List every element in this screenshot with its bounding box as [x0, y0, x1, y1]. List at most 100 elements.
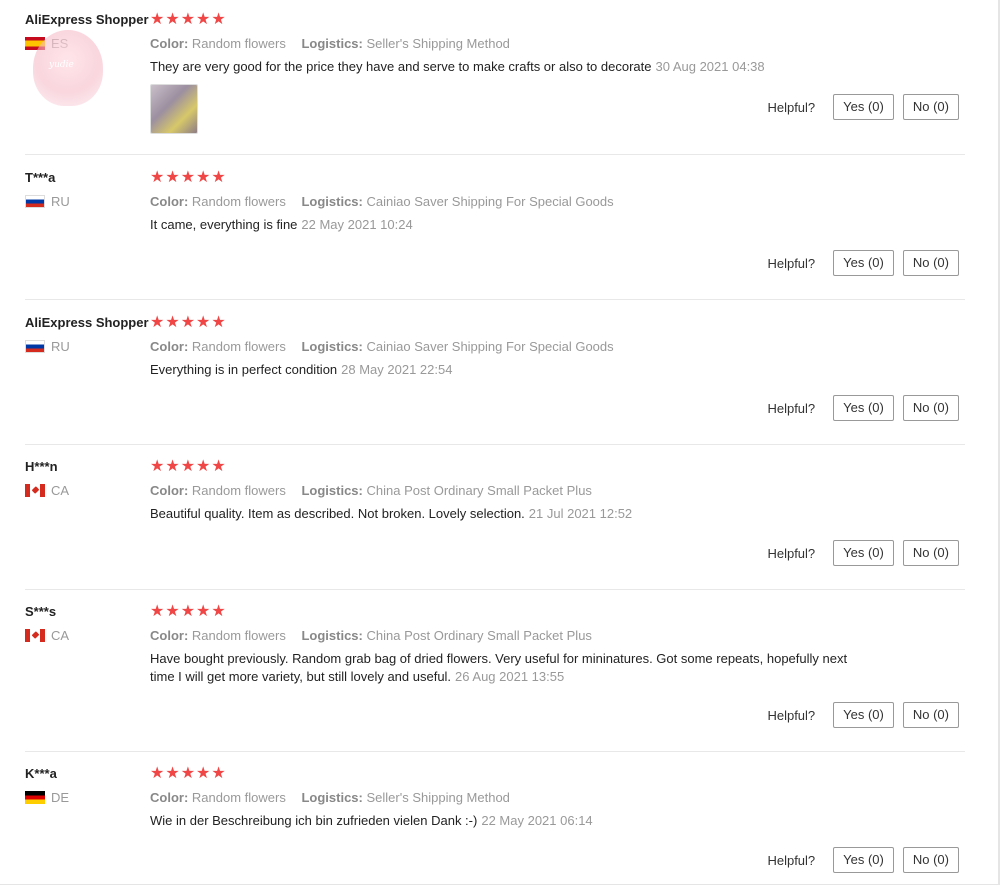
helpful-no-button[interactable]: No (0) [902, 250, 959, 276]
helpful-vote: Helpful? Yes (0) No (0) [767, 702, 959, 728]
helpful-no-button[interactable]: No (0) [902, 847, 959, 873]
helpful-yes-button[interactable]: Yes (0) [833, 847, 894, 873]
helpful-vote: Helpful? Yes (0) No (0) [767, 847, 959, 873]
helpful-yes-button[interactable]: Yes (0) [833, 395, 894, 421]
star-rating: ★★★★★ [150, 169, 227, 186]
country-code: RU [51, 194, 70, 209]
color-key: Color: [150, 628, 189, 643]
color-value: Random flowers [191, 339, 286, 354]
color-key: Color: [150, 36, 189, 51]
review-meta: Color: Random flowers Logistics: Seller'… [150, 36, 870, 51]
helpful-vote: Helpful? Yes (0) No (0) [767, 94, 959, 120]
color-key: Color: [150, 194, 189, 209]
color-key: Color: [150, 339, 189, 354]
review-date: 30 Aug 2021 04:38 [655, 59, 765, 74]
helpful-vote: Helpful? Yes (0) No (0) [767, 395, 959, 421]
review-text: They are very good for the price they ha… [150, 59, 652, 74]
reviewer-name: AliExpress Shopper [25, 315, 149, 330]
review-item: AliExpress Shopper RU ★★★★★ Color: Rando… [25, 315, 965, 445]
helpful-yes-button[interactable]: Yes (0) [833, 702, 894, 728]
reviewer-country: DE [25, 790, 69, 805]
review-date: 26 Aug 2021 13:55 [455, 669, 565, 684]
logistics-key: Logistics: [301, 36, 363, 51]
logistics-key: Logistics: [301, 339, 363, 354]
review-meta: Color: Random flowers Logistics: Cainiao… [150, 194, 870, 209]
helpful-yes-button[interactable]: Yes (0) [833, 94, 894, 120]
review-text-row: They are very good for the price they ha… [150, 58, 870, 76]
reviewer-country: ES [25, 36, 68, 51]
review-text-row: Everything is in perfect condition 28 May… [150, 361, 870, 379]
review-item: H***n CA ★★★★★ Color: Random flowers Log… [25, 459, 965, 590]
reviewer-name: H***n [25, 459, 58, 474]
logistics-key: Logistics: [301, 483, 363, 498]
logistics-value: Seller's Shipping Method [366, 790, 510, 805]
review-text: It came, everything is fine [150, 217, 298, 232]
review-item: K***a DE ★★★★★ Color: Random flowers Log… [25, 766, 965, 884]
helpful-yes-button[interactable]: Yes (0) [833, 540, 894, 566]
color-key: Color: [150, 790, 189, 805]
review-text-row: It came, everything is fine 22 May 2021 1… [150, 216, 870, 234]
flag-de-icon [25, 791, 45, 804]
helpful-label: Helpful? [767, 707, 816, 723]
color-value: Random flowers [191, 628, 286, 643]
review-text-row: Have bought previously. Random grab bag … [150, 650, 870, 686]
review-content: ★★★★★ Color: Random flowers Logistics: C… [150, 459, 870, 523]
helpful-label: Helpful? [767, 852, 816, 868]
review-item: T***a RU ★★★★★ Color: Random flowers Log… [25, 170, 965, 300]
helpful-label: Helpful? [767, 255, 816, 271]
review-text: Everything is in perfect condition [150, 362, 338, 377]
helpful-no-button[interactable]: No (0) [902, 94, 959, 120]
review-content: ★★★★★ Color: Random flowers Logistics: C… [150, 170, 870, 234]
color-value: Random flowers [191, 483, 286, 498]
logistics-key: Logistics: [301, 628, 363, 643]
color-key: Color: [150, 483, 189, 498]
review-content: ★★★★★ Color: Random flowers Logistics: C… [150, 315, 870, 379]
color-value: Random flowers [191, 36, 286, 51]
star-rating: ★★★★★ [150, 765, 227, 782]
country-code: CA [51, 483, 70, 498]
reviewer-country: CA [25, 483, 69, 498]
flag-ca-icon [25, 629, 45, 642]
review-item: AliExpress Shopper ES ★★★★★ Color: Rando… [25, 12, 965, 155]
star-rating: ★★★★★ [150, 458, 227, 475]
review-date: 22 May 2021 06:14 [481, 813, 593, 828]
reviewer-name: S***s [25, 604, 57, 619]
helpful-no-button[interactable]: No (0) [902, 540, 959, 566]
logistics-value: Cainiao Saver Shipping For Special Goods [366, 194, 614, 209]
flag-ru-icon [25, 340, 45, 353]
helpful-no-button[interactable]: No (0) [902, 395, 959, 421]
helpful-label: Helpful? [767, 400, 816, 416]
helpful-vote: Helpful? Yes (0) No (0) [767, 250, 959, 276]
review-meta: Color: Random flowers Logistics: Seller'… [150, 790, 870, 805]
review-content: ★★★★★ Color: Random flowers Logistics: S… [150, 766, 870, 830]
country-code: RU [51, 339, 70, 354]
helpful-vote: Helpful? Yes (0) No (0) [767, 540, 959, 566]
review-date: 21 Jul 2021 12:52 [528, 506, 633, 521]
logistics-value: China Post Ordinary Small Packet Plus [366, 483, 592, 498]
flag-es-icon [25, 37, 45, 50]
helpful-label: Helpful? [767, 99, 816, 115]
reviewer-name: AliExpress Shopper [25, 12, 149, 27]
review-date: 28 May 2021 22:54 [341, 362, 453, 377]
color-value: Random flowers [191, 790, 286, 805]
color-value: Random flowers [191, 194, 286, 209]
reviewer-country: RU [25, 339, 70, 354]
helpful-no-button[interactable]: No (0) [902, 702, 959, 728]
flag-ca-icon [25, 484, 45, 497]
reviewer-country: RU [25, 194, 70, 209]
review-text: Wie in der Beschreibung ich bin zufriede… [150, 813, 478, 828]
review-meta: Color: Random flowers Logistics: China P… [150, 628, 870, 643]
review-text: Beautiful quality. Item as described. No… [150, 506, 525, 521]
reviewer-name: T***a [25, 170, 56, 185]
helpful-yes-button[interactable]: Yes (0) [833, 250, 894, 276]
country-code: ES [51, 36, 69, 51]
country-code: DE [51, 790, 70, 805]
logistics-value: Cainiao Saver Shipping For Special Goods [366, 339, 614, 354]
logistics-value: Seller's Shipping Method [366, 36, 510, 51]
country-code: CA [51, 628, 70, 643]
review-content: ★★★★★ Color: Random flowers Logistics: S… [150, 12, 870, 134]
logistics-key: Logistics: [301, 790, 363, 805]
review-date: 22 May 2021 10:24 [301, 217, 413, 232]
reviewer-country: CA [25, 628, 69, 643]
review-photo-thumbnail[interactable] [150, 84, 198, 134]
